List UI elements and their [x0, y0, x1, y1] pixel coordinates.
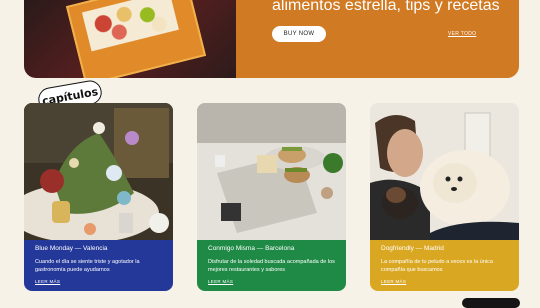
- card-description: Cuando el día se siente triste y agotado…: [35, 259, 140, 273]
- card-description: Disfrutar de la soledad buscada acompaña…: [208, 259, 335, 273]
- buy-now-button[interactable]: BUY NOW: [272, 26, 326, 42]
- card-description: La compañía de tu peludo a veces es la ú…: [381, 259, 493, 273]
- card-info: Conmigo Misma — Barcelona Disfrutar de l…: [197, 240, 346, 291]
- chapter-card[interactable]: Dogfriendly — Madrid La compañía de tu p…: [370, 103, 519, 291]
- chapter-card[interactable]: Conmigo Misma — Barcelona Disfrutar de l…: [197, 103, 346, 291]
- hero-image: [24, 0, 236, 78]
- card-title: Blue Monday — Valencia: [35, 245, 108, 252]
- see-all-link[interactable]: VER TODO: [448, 31, 476, 37]
- card-photo-flowers: [24, 103, 173, 240]
- card-title: Dogfriendly — Madrid: [381, 245, 444, 252]
- card-photo-sandwiches: [197, 103, 346, 240]
- card-photo-dogs: [370, 103, 519, 240]
- chapter-card[interactable]: Blue Monday — Valencia Cuando el día se …: [24, 103, 173, 291]
- floating-pill-button[interactable]: [462, 298, 520, 308]
- food-box-image: [65, 0, 207, 78]
- card-info: Dogfriendly — Madrid La compañía de tu p…: [370, 240, 519, 291]
- hero-panel: alimentos estrella, tips y recetas BUY N…: [236, 0, 519, 78]
- card-title: Conmigo Misma — Barcelona: [208, 245, 295, 252]
- hero-title: alimentos estrella, tips y recetas: [272, 0, 500, 14]
- hero-banner: alimentos estrella, tips y recetas BUY N…: [24, 0, 519, 78]
- read-more-link[interactable]: LEER MÁS: [381, 279, 406, 284]
- read-more-link[interactable]: LEER MÁS: [35, 279, 60, 284]
- read-more-link[interactable]: LEER MÁS: [208, 279, 233, 284]
- card-info: Blue Monday — Valencia Cuando el día se …: [24, 240, 173, 291]
